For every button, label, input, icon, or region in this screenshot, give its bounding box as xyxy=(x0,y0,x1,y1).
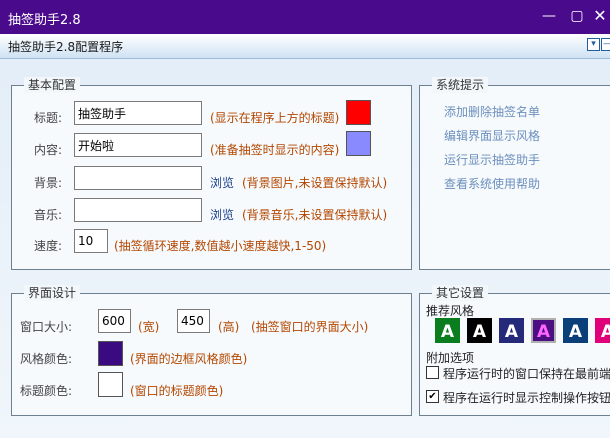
extra-options-label: 附加选项 xyxy=(426,351,475,365)
config-title: 抽签助手2.8配置程序 xyxy=(8,40,124,54)
show-controls-checkbox[interactable]: ✔ xyxy=(426,390,439,403)
style-preset-6[interactable]: A xyxy=(595,318,610,343)
style-preset-5[interactable]: A xyxy=(563,318,588,343)
system-item-edit-list[interactable]: 添加删除抽签名单 xyxy=(444,103,540,120)
music-input[interactable] xyxy=(74,198,202,222)
content-color-swatch[interactable] xyxy=(346,131,371,156)
minimize-button[interactable]: — xyxy=(538,6,560,26)
window-titlebar: 抽签助手2.8 — ▢ ✕ xyxy=(0,0,610,34)
background-browse-link[interactable]: 浏览 xyxy=(210,174,234,191)
content-label: 内容: xyxy=(33,143,62,157)
system-item-edit-style[interactable]: 编辑界面显示风格 xyxy=(444,127,540,144)
title-color-picker[interactable] xyxy=(98,372,123,397)
window-size-hint: (抽签窗口的界面大小) xyxy=(251,320,369,334)
title-color-label: 标题颜色: xyxy=(20,384,73,398)
title-label: 标题: xyxy=(33,111,62,125)
content-input[interactable] xyxy=(74,133,202,157)
other-settings-legend: 其它设置 xyxy=(432,285,489,301)
show-controls-label: 程序在运行时显示控制操作按钮 xyxy=(443,391,610,405)
always-on-top-checkbox[interactable] xyxy=(426,366,439,379)
recommended-styles-label: 推荐风格 xyxy=(426,304,475,318)
height-unit: (高) xyxy=(218,320,240,334)
speed-hint: (抽签循环速度,数值越小速度越快,1-50) xyxy=(114,239,327,253)
border-color-label: 风格颜色: xyxy=(20,352,73,366)
system-tips-legend: 系统提示 xyxy=(432,77,489,93)
close-button[interactable]: ✕ xyxy=(589,6,610,26)
system-item-run[interactable]: 运行显示抽签助手 xyxy=(444,151,540,168)
style-preset-1[interactable]: A xyxy=(435,318,460,343)
background-hint: (背景图片,未设置保持默认) xyxy=(242,176,388,190)
music-hint: (背景音乐,未设置保持默认) xyxy=(242,208,388,222)
height-input[interactable] xyxy=(177,309,210,333)
basic-config-legend: 基本配置 xyxy=(24,77,81,93)
title-hint: (显示在程序上方的标题) xyxy=(210,111,340,125)
background-input[interactable] xyxy=(74,166,202,190)
dropdown-icon[interactable]: ▾ xyxy=(587,38,600,51)
style-preset-3[interactable]: A xyxy=(499,318,524,343)
music-label: 音乐: xyxy=(33,208,62,222)
collapse-icon[interactable]: — xyxy=(601,38,610,51)
system-item-help[interactable]: 查看系统使用帮助 xyxy=(444,175,540,192)
window-size-label: 窗口大小: xyxy=(20,320,73,334)
maximize-button[interactable]: ▢ xyxy=(566,6,588,26)
ui-design-legend: 界面设计 xyxy=(24,285,81,301)
content-hint: (准备抽签时显示的内容) xyxy=(210,143,340,157)
border-color-hint: (界面的边框风格颜色) xyxy=(130,352,248,366)
speed-input[interactable] xyxy=(74,229,108,253)
width-unit: (宽) xyxy=(138,320,160,334)
title-color-swatch[interactable] xyxy=(346,100,371,125)
config-header: 抽签助手2.8配置程序 ▾ — xyxy=(0,34,610,59)
window-title: 抽签助手2.8 xyxy=(8,13,81,28)
style-preset-4[interactable]: A xyxy=(531,318,556,343)
style-preset-2[interactable]: A xyxy=(467,318,492,343)
width-input[interactable] xyxy=(98,309,131,333)
always-on-top-label: 程序运行时的窗口保持在最前端 xyxy=(443,367,610,381)
speed-label: 速度: xyxy=(33,239,62,253)
music-browse-link[interactable]: 浏览 xyxy=(210,206,234,223)
title-color-hint: (窗口的标题颜色) xyxy=(130,384,224,398)
border-color-swatch[interactable] xyxy=(98,341,123,366)
background-label: 背景: xyxy=(33,176,62,190)
title-input[interactable] xyxy=(74,101,202,125)
